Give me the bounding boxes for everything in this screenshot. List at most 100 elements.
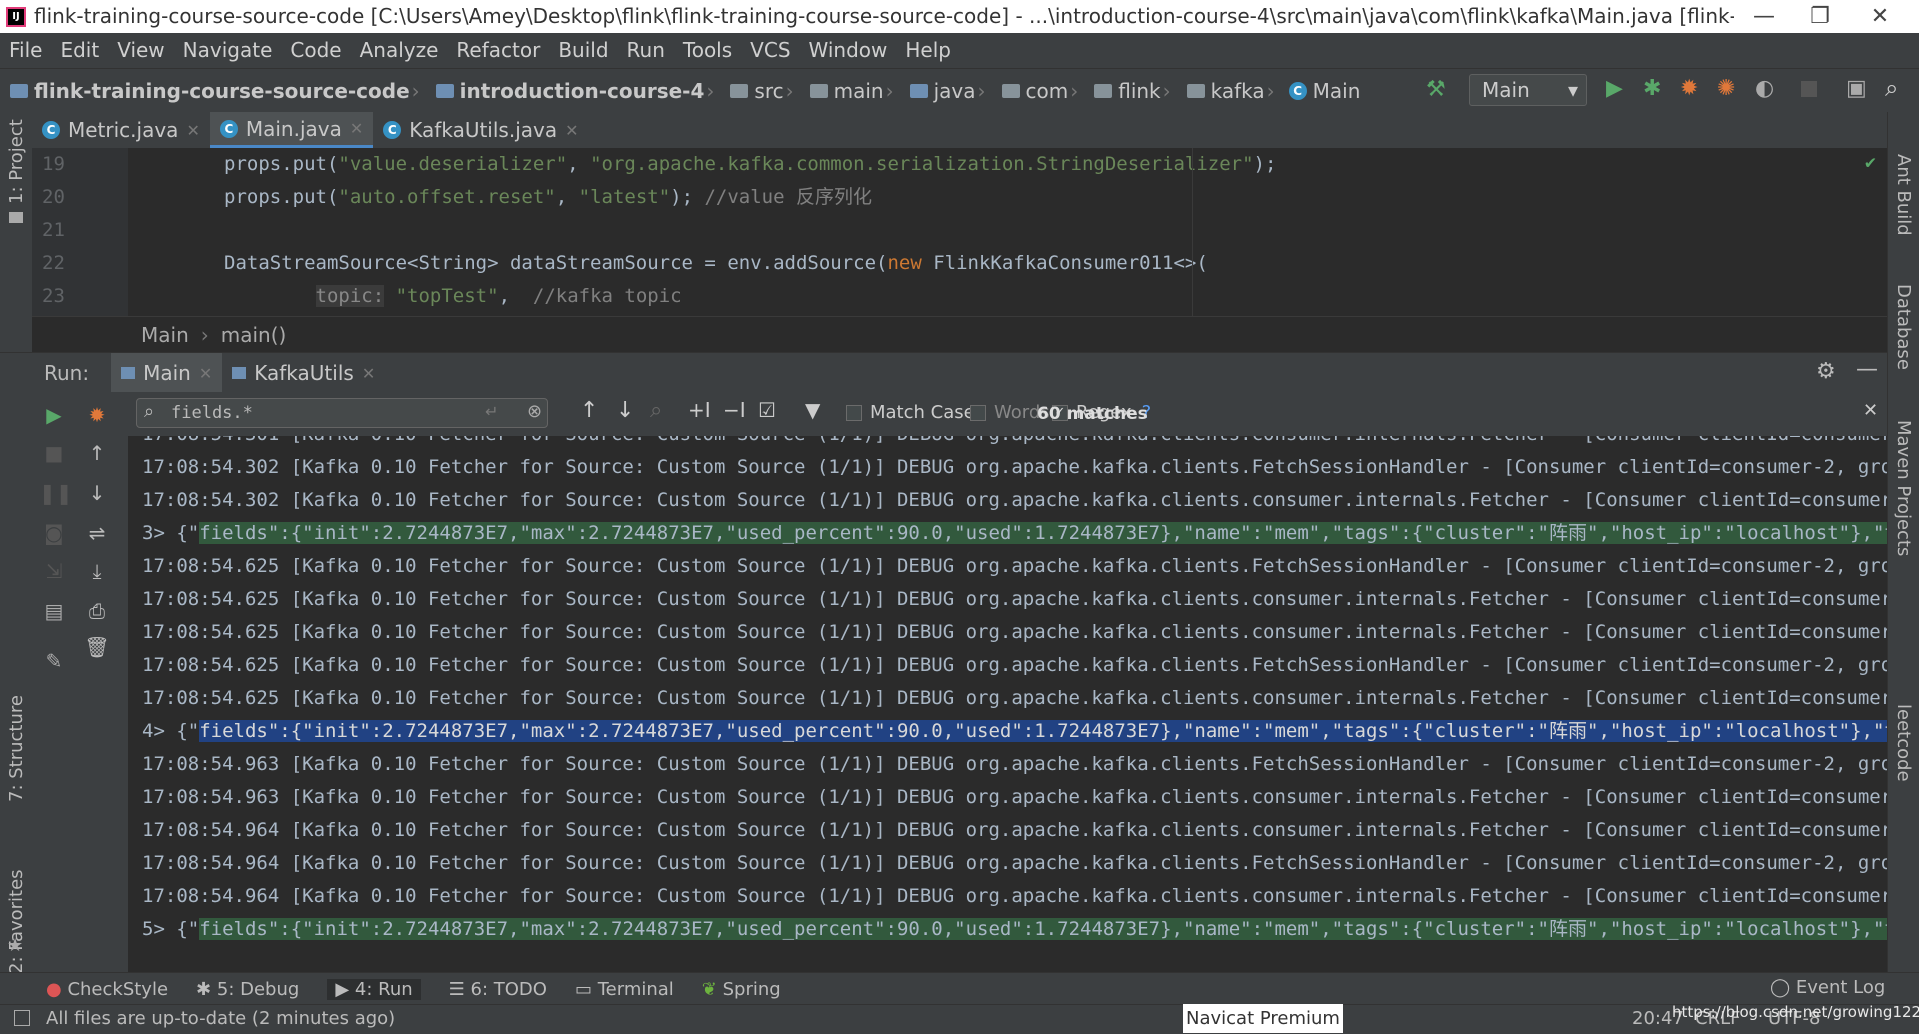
- menu-analyze[interactable]: Analyze: [351, 33, 448, 68]
- run-tab-main[interactable]: Main ✕: [111, 353, 223, 393]
- crumb-main[interactable]: main ›: [800, 79, 896, 103]
- terminal-tool-button[interactable]: ▭ Terminal: [575, 979, 674, 1000]
- ant-build-tool-button[interactable]: Ant Build: [1893, 154, 1914, 236]
- remove-occurrence-icon[interactable]: −I: [723, 398, 746, 422]
- close-tab-icon[interactable]: ✕: [186, 121, 199, 140]
- restore-icon[interactable]: ❐: [1792, 0, 1848, 33]
- select-all-occurrences-icon[interactable]: ☑: [758, 398, 776, 422]
- clear-all-icon[interactable]: 🗑: [82, 632, 112, 662]
- stop-icon[interactable]: ■: [39, 438, 69, 468]
- event-log-button[interactable]: ◯ Event Log: [1770, 977, 1885, 998]
- menu-view[interactable]: View: [108, 33, 173, 68]
- attach-icon[interactable]: ◐: [1755, 76, 1774, 101]
- checkbox-box: [970, 404, 986, 421]
- menu-window[interactable]: Window: [800, 33, 897, 68]
- close-search-icon[interactable]: ✕: [1863, 400, 1878, 421]
- crumb-module[interactable]: introduction-course-4 ›: [426, 79, 717, 103]
- debug-rerun-icon[interactable]: ✹: [82, 400, 112, 430]
- structure-tool-button[interactable]: 7: Structure: [6, 695, 27, 802]
- settings-gear-icon[interactable]: ⚙: [1816, 359, 1836, 384]
- code-editor[interactable]: 19 20 21 22 23 props.put("value.deserial…: [32, 148, 1887, 316]
- run-tool-button[interactable]: ▶ 4: Run: [327, 978, 421, 1000]
- previous-match-icon[interactable]: ↑: [580, 398, 598, 423]
- window-title: flink-training-course-source-code [C:\Us…: [34, 4, 1734, 28]
- console-output[interactable]: 17:08:54.301 [Kafka 0.10 Fetcher for Sou…: [128, 436, 1887, 966]
- editor-tabs: C Metric.java ✕ C Main.java ✕ C KafkaUtils…: [32, 112, 1887, 149]
- profile-icon[interactable]: ✺: [1717, 76, 1735, 101]
- search-everywhere-icon[interactable]: ⌕: [1885, 74, 1898, 102]
- run-tab-kafkautils[interactable]: KafkaUtils ✕: [222, 353, 385, 393]
- close-tab-icon[interactable]: ✕: [199, 364, 212, 383]
- dump-threads-icon[interactable]: ◙: [39, 518, 69, 548]
- spring-tool-button[interactable]: ❦ Spring: [702, 979, 781, 1000]
- clear-search-icon[interactable]: ⊗: [527, 401, 542, 422]
- menu-refactor[interactable]: Refactor: [447, 33, 549, 68]
- menu-tools[interactable]: Tools: [674, 33, 741, 68]
- next-match-icon[interactable]: ↓: [616, 398, 634, 423]
- print-icon[interactable]: ⎙: [82, 596, 112, 626]
- breadcrumb-method[interactable]: main(): [221, 323, 287, 347]
- close-icon[interactable]: ✕: [1852, 0, 1908, 33]
- menu-help[interactable]: Help: [896, 33, 960, 68]
- checkstyle-tool-button[interactable]: ● CheckStyle: [46, 979, 168, 1000]
- console-line-text: 17:08:54.963 [Kafka 0.10 Fetcher for Sou…: [142, 786, 1887, 808]
- menu-file[interactable]: File: [0, 33, 51, 68]
- toggle-tool-windows-icon[interactable]: [14, 1010, 30, 1026]
- match-case-checkbox[interactable]: Match Case: [846, 402, 975, 423]
- menu-build[interactable]: Build: [549, 33, 617, 68]
- run-config-select[interactable]: Main ▾: [1469, 74, 1587, 106]
- line-number: 20: [42, 186, 65, 208]
- crumb-com[interactable]: com ›: [992, 79, 1081, 103]
- breadcrumb-class[interactable]: Main: [141, 323, 189, 347]
- stop-icon[interactable]: [1801, 81, 1817, 97]
- pin-icon[interactable]: ✎: [39, 646, 69, 676]
- maven-tool-button[interactable]: Maven Projects: [1893, 420, 1914, 556]
- hide-panel-icon[interactable]: —: [1856, 357, 1878, 382]
- scroll-to-end-icon[interactable]: ⤓: [82, 556, 112, 586]
- crumb-java[interactable]: java ›: [900, 79, 988, 103]
- crumb-class-main[interactable]: C Main: [1281, 79, 1360, 103]
- menu-run[interactable]: Run: [618, 33, 674, 68]
- close-tab-icon[interactable]: ✕: [362, 364, 375, 383]
- database-tool-button[interactable]: Database: [1893, 284, 1914, 370]
- close-tab-icon[interactable]: ✕: [565, 121, 578, 140]
- console-line-text: 17:08:54.964 [Kafka 0.10 Fetcher for Sou…: [142, 885, 1887, 907]
- leetcode-tool-button[interactable]: leetcode: [1893, 704, 1914, 782]
- restore-layout-icon[interactable]: ▤: [39, 596, 69, 626]
- add-occurrence-icon[interactable]: +I: [688, 398, 711, 422]
- crumb-kafka[interactable]: kafka ›: [1177, 79, 1277, 103]
- run-icon[interactable]: ▶: [1606, 76, 1623, 101]
- minimize-icon[interactable]: —: [1736, 0, 1792, 33]
- menu-code[interactable]: Code: [281, 33, 350, 68]
- menu-vcs[interactable]: VCS: [741, 33, 799, 68]
- navicat-taskbar-tooltip[interactable]: Navicat Premium: [1183, 1004, 1343, 1033]
- build-hammer-icon[interactable]: ⚒: [1426, 77, 1446, 102]
- find-usages-icon[interactable]: ⌕: [650, 398, 662, 423]
- pause-icon[interactable]: ❚❚: [39, 478, 73, 508]
- soft-wrap-icon[interactable]: ⇌: [82, 518, 112, 548]
- project-structure-icon[interactable]: ▣: [1846, 76, 1867, 101]
- tab-kafkautils-java[interactable]: C KafkaUtils.java ✕: [373, 112, 588, 148]
- rerun-icon[interactable]: ▶: [39, 400, 69, 430]
- filter-icon[interactable]: ▼: [805, 398, 820, 422]
- menu-edit[interactable]: Edit: [51, 33, 108, 68]
- crumb-project[interactable]: flink-training-course-source-code ›: [0, 79, 422, 103]
- exit-icon[interactable]: ⇲: [39, 556, 69, 586]
- tab-metric-java[interactable]: C Metric.java ✕: [32, 112, 210, 148]
- debug-tool-button[interactable]: ✱ 5: Debug: [196, 979, 299, 1000]
- down-arrow-icon[interactable]: ↓: [82, 478, 112, 508]
- up-arrow-icon[interactable]: ↑: [82, 438, 112, 468]
- coverage-icon[interactable]: ✹: [1680, 76, 1698, 101]
- crumb-flink[interactable]: flink ›: [1084, 79, 1172, 103]
- checkstyle-icon: ●: [46, 978, 62, 1000]
- console-match-line: 3> {"fields":{"init":2.7244873E7,"max":2…: [128, 517, 1887, 550]
- right-tool-strip: Ant Build Database Maven Projects leetco…: [1887, 112, 1919, 972]
- menu-navigate[interactable]: Navigate: [174, 33, 282, 68]
- project-tool-button[interactable]: 1: Project: [6, 119, 27, 204]
- favorites-tool-button[interactable]: 2: Favorites: [6, 869, 27, 974]
- todo-tool-button[interactable]: ☰ 6: TODO: [449, 979, 547, 1000]
- crumb-src[interactable]: src ›: [720, 79, 795, 103]
- tab-main-java[interactable]: C Main.java ✕: [209, 112, 374, 148]
- debug-icon[interactable]: ✱: [1643, 76, 1661, 101]
- close-tab-icon[interactable]: ✕: [350, 119, 363, 138]
